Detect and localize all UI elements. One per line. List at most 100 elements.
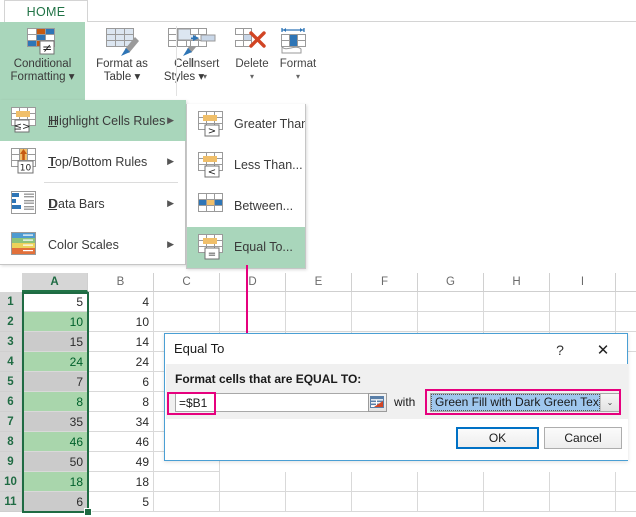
reference-input[interactable]: =$B1 (175, 393, 387, 412)
column-header-i[interactable]: I (550, 273, 616, 292)
row-header-6[interactable]: 6 (0, 392, 22, 412)
cell-f1[interactable] (352, 292, 418, 312)
menu-item-top-bottom-rules[interactable]: 10 TTop/Bottom Rules ▶ (0, 141, 186, 182)
row-header-10[interactable]: 10 (0, 472, 22, 492)
row-header-7[interactable]: 7 (0, 412, 22, 432)
cell-b7[interactable]: 34 (88, 412, 154, 432)
row-header-5[interactable]: 5 (0, 372, 22, 392)
column-header-j[interactable]: J (616, 273, 636, 292)
tab-home[interactable]: HOME (4, 0, 88, 22)
cell-g11[interactable] (418, 492, 484, 512)
cell-g10[interactable] (418, 472, 484, 492)
cell-i10[interactable] (550, 472, 616, 492)
cell-b1[interactable]: 4 (88, 292, 154, 312)
insert-button[interactable]: Insert ▾ (184, 22, 226, 100)
column-header-a[interactable]: A (22, 273, 88, 292)
cell-b6[interactable]: 8 (88, 392, 154, 412)
cancel-button[interactable]: Cancel (544, 427, 622, 449)
cell-f10[interactable] (352, 472, 418, 492)
row-header-11[interactable]: 11 (0, 492, 22, 512)
column-header-b[interactable]: B (88, 273, 154, 292)
delete-caret-icon[interactable]: ▾ (228, 72, 276, 81)
cell-d10[interactable] (220, 472, 286, 492)
cell-e10[interactable] (286, 472, 352, 492)
collapse-dialog-button[interactable] (368, 393, 387, 412)
cell-b3[interactable]: 14 (88, 332, 154, 352)
cell-c11[interactable] (154, 492, 220, 512)
cell-i11[interactable] (550, 492, 616, 512)
row-header-2[interactable]: 2 (0, 312, 22, 332)
menu-item-color-scales[interactable]: Color Scales ▶ (0, 224, 186, 265)
delete-button[interactable]: Delete ▾ (228, 22, 276, 100)
cell-f2[interactable] (352, 312, 418, 332)
row-header-8[interactable]: 8 (0, 432, 22, 452)
chevron-down-icon[interactable]: ⌄ (600, 394, 619, 411)
cell-a9[interactable]: 50 (22, 452, 88, 472)
cell-e1[interactable] (286, 292, 352, 312)
close-icon[interactable]: ✕ (589, 339, 617, 361)
cell-b9[interactable]: 49 (88, 452, 154, 472)
cell-j2[interactable] (616, 312, 636, 332)
cell-a8[interactable]: 46 (22, 432, 88, 452)
cell-h10[interactable] (484, 472, 550, 492)
cell-c2[interactable] (154, 312, 220, 332)
cell-a4[interactable]: 24 (22, 352, 88, 372)
column-header-g[interactable]: G (418, 273, 484, 292)
column-header-d[interactable]: D (220, 273, 286, 292)
help-icon[interactable]: ? (549, 340, 571, 360)
ok-button[interactable]: OK (456, 427, 539, 449)
cell-c1[interactable] (154, 292, 220, 312)
column-header-c[interactable]: C (154, 273, 220, 292)
cell-a6[interactable]: 8 (22, 392, 88, 412)
row-header-1[interactable]: 1 (0, 292, 22, 312)
cell-b10[interactable]: 18 (88, 472, 154, 492)
cell-a3[interactable]: 15 (22, 332, 88, 352)
insert-caret-icon[interactable]: ▾ (184, 72, 226, 81)
cell-c10[interactable] (154, 472, 220, 492)
cell-b5[interactable]: 6 (88, 372, 154, 392)
cell-a7[interactable]: 35 (22, 412, 88, 432)
row-header-9[interactable]: 9 (0, 452, 22, 472)
submenu-item-between[interactable]: Between... (187, 186, 306, 227)
fill-handle[interactable] (84, 508, 92, 516)
cell-h11[interactable] (484, 492, 550, 512)
cell-b11[interactable]: 5 (88, 492, 154, 512)
submenu-item-less-than[interactable]: < Less Than... (187, 145, 306, 186)
cell-f11[interactable] (352, 492, 418, 512)
cell-g2[interactable] (418, 312, 484, 332)
format-style-dropdown[interactable]: Green Fill with Dark Green Text ⌄ (430, 393, 620, 412)
cell-j1[interactable] (616, 292, 636, 312)
cell-a11[interactable]: 6 (22, 492, 88, 512)
row-header-3[interactable]: 3 (0, 332, 22, 352)
submenu-item-greater-than[interactable]: > Greater Than (187, 104, 306, 145)
cell-e2[interactable] (286, 312, 352, 332)
cell-b2[interactable]: 10 (88, 312, 154, 332)
submenu-item-equal-to[interactable]: = Equal To... (187, 227, 306, 268)
cell-d2[interactable] (220, 312, 286, 332)
column-header-h[interactable]: H (484, 273, 550, 292)
column-header-e[interactable]: E (286, 273, 352, 292)
conditional-formatting-button[interactable]: ≠ Conditional Formatting ▾ (0, 22, 85, 100)
cell-i2[interactable] (550, 312, 616, 332)
format-as-table-button[interactable]: Format as Table ▾ (88, 22, 156, 100)
cell-a2[interactable]: 10 (22, 312, 88, 332)
cell-g1[interactable] (418, 292, 484, 312)
format-caret-icon[interactable]: ▾ (274, 72, 322, 81)
cell-j11[interactable] (616, 492, 636, 512)
cell-j10[interactable] (616, 472, 636, 492)
cell-i1[interactable] (550, 292, 616, 312)
menu-item-data-bars[interactable]: DData Bars ▶ (0, 183, 186, 224)
cell-h1[interactable] (484, 292, 550, 312)
cell-a10[interactable]: 18 (22, 472, 88, 492)
cell-b4[interactable]: 24 (88, 352, 154, 372)
cell-d1[interactable] (220, 292, 286, 312)
cell-d11[interactable] (220, 492, 286, 512)
cell-a5[interactable]: 7 (22, 372, 88, 392)
row-header-4[interactable]: 4 (0, 352, 22, 372)
cell-a1[interactable]: 5 (22, 292, 88, 312)
cell-e11[interactable] (286, 492, 352, 512)
menu-item-highlight-cells-rules[interactable]: ≤> HHighlight Cells Rules ▶ (0, 100, 186, 141)
format-button[interactable]: Format ▾ (274, 22, 322, 100)
column-header-f[interactable]: F (352, 273, 418, 292)
cell-h2[interactable] (484, 312, 550, 332)
